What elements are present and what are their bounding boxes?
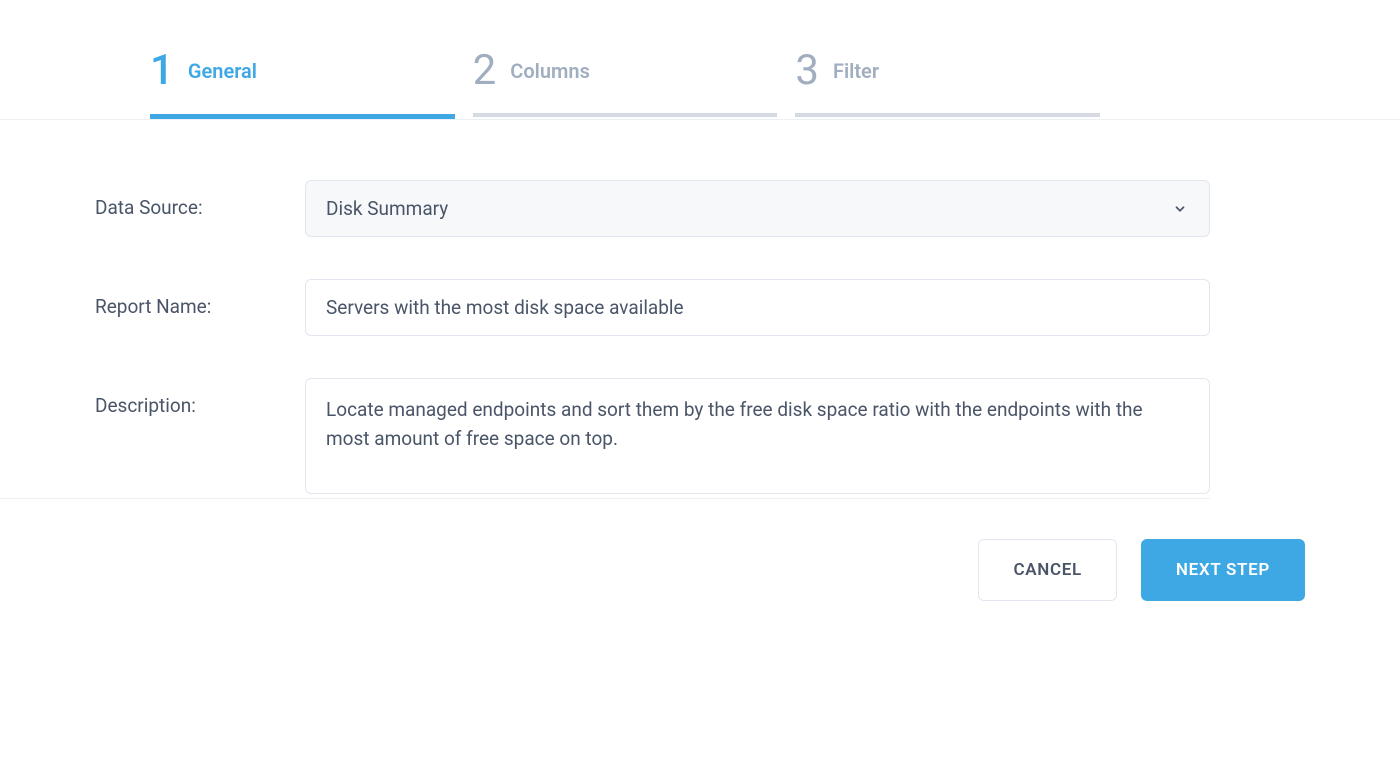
label-description: Description: <box>95 378 305 417</box>
step-label: Filter <box>833 59 879 83</box>
row-report-name: Report Name: <box>95 279 1210 336</box>
step-number: 1 <box>150 50 174 92</box>
data-source-value: Disk Summary <box>326 197 448 220</box>
step-number: 2 <box>473 50 497 92</box>
chevron-down-icon <box>1173 202 1187 216</box>
next-step-button[interactable]: NEXT STEP <box>1141 539 1305 601</box>
wizard-footer: CANCEL NEXT STEP <box>0 499 1305 601</box>
wizard-stepper: 1 General 2 Columns 3 Filter <box>0 0 1100 119</box>
general-form: Data Source: Disk Summary Report Name: D… <box>0 120 1210 498</box>
description-textarea[interactable] <box>305 378 1210 494</box>
step-number: 3 <box>795 50 819 92</box>
label-data-source: Data Source: <box>95 180 305 219</box>
cancel-button[interactable]: CANCEL <box>978 539 1116 601</box>
data-source-select[interactable]: Disk Summary <box>305 180 1210 237</box>
label-report-name: Report Name: <box>95 279 305 318</box>
row-data-source: Data Source: Disk Summary <box>95 180 1210 237</box>
report-name-input[interactable] <box>305 279 1210 336</box>
step-general[interactable]: 1 General <box>150 50 455 119</box>
step-filter[interactable]: 3 Filter <box>795 50 1100 119</box>
row-description: Description: <box>95 378 1210 498</box>
step-label: General <box>188 59 257 83</box>
step-label: Columns <box>510 59 590 83</box>
step-columns[interactable]: 2 Columns <box>473 50 778 119</box>
